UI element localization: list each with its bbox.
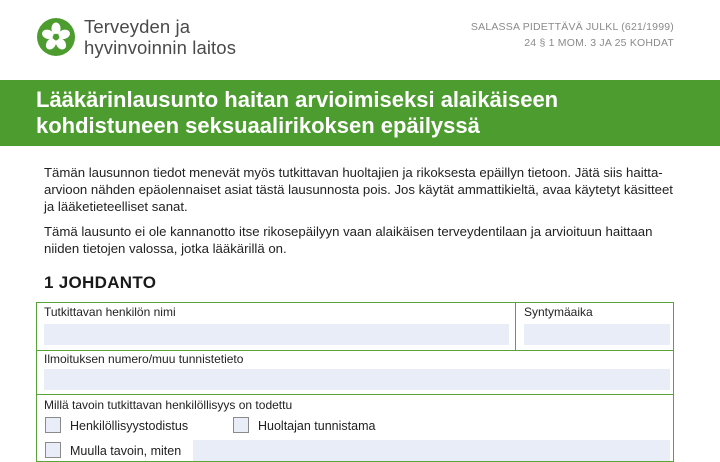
row-divider [37,394,673,395]
guardian-identified-label: Huoltajan tunnistama [258,419,376,433]
document-title: Lääkärinlausunto haitan arvioimiseksi al… [36,87,696,139]
title-banner: Lääkärinlausunto haitan arvioimiseksi al… [0,80,720,146]
intro-paragraph-2: Tämä lausunto ei ole kannanotto itse rik… [44,224,653,256]
notification-number-field[interactable] [44,369,670,390]
name-label: Tutkittavan henkilön nimi [44,305,176,319]
id-document-label: Henkilöllisyystodistus [70,419,189,433]
organization-name-line1: Terveyden ja [84,16,191,37]
row-divider [37,350,673,351]
section-title: 1 JOHDANTO [44,273,157,292]
intro-paragraph-1: Tämän lausunnon tiedot menevät myös tutk… [44,165,673,214]
id-document-checkbox[interactable] [45,417,61,433]
classification-line2: 24 § 1 MOM. 3 JA 25 KOHDAT [524,37,674,49]
flower-logo-icon [37,18,75,56]
guardian-identified-checkbox[interactable] [233,417,249,433]
notification-number-label: Ilmoituksen numero/muu tunnistetieto [44,352,244,366]
thl-logo: Terveyden ja hyvinvoinnin laitos [36,16,236,58]
classification-line1: SALASSA PIDETTÄVÄ JULKL (621/1999) [470,21,674,33]
other-method-field[interactable] [193,440,670,461]
document-title-line2: kohdistuneen seksuaalirikoksen epäilyssä [36,113,480,138]
birth-date-field[interactable] [524,324,670,345]
intro-text: Tämän lausunnon tiedot menevät myös tutk… [44,164,684,265]
other-method-label: Muulla tavoin, miten [70,444,182,458]
organization-name-line2: hyvinvoinnin laitos [84,37,237,58]
column-divider [515,303,516,350]
name-field[interactable] [44,324,509,345]
organization-name: Terveyden ja hyvinvoinnin laitos [84,16,236,58]
document-title-line1: Lääkärinlausunto haitan arvioimiseksi al… [36,87,559,112]
intro-form: Tutkittavan henkilön nimi Syntymäaika Il… [36,302,674,462]
birth-date-label: Syntymäaika [524,305,593,319]
other-method-checkbox[interactable] [45,442,61,458]
identity-check-label: Millä tavoin tutkittavan henkilöllisyys … [44,398,293,412]
classification-notice: SALASSA PIDETTÄVÄ JULKL (621/1999) 24 § … [471,19,674,51]
